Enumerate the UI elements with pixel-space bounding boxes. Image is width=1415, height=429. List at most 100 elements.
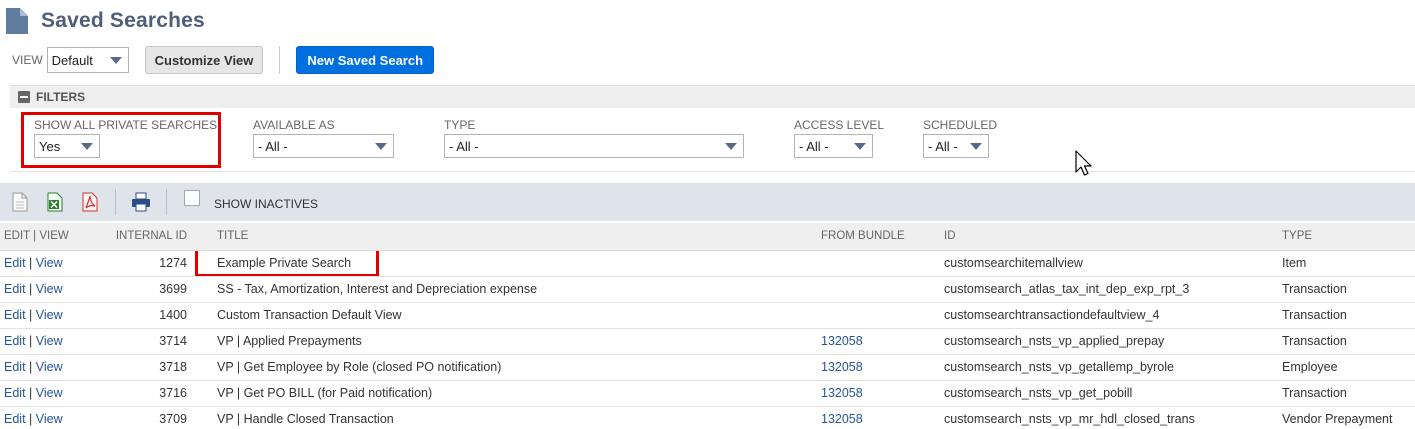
table-row: Edit | View 1274 Example Private Search cus… (0, 250, 1415, 277)
internal-id-cell: 3716 (75, 380, 205, 407)
search-id-cell: customsearch_nsts_vp_mr_hdl_closed_trans (940, 406, 1278, 429)
table-header-row: EDIT | VIEW INTERNAL ID TITLE FROM BUNDL… (0, 223, 1415, 251)
internal-id-cell: 1274 (75, 250, 205, 277)
type-cell: Transaction (1278, 380, 1415, 407)
view-label: VIEW (12, 53, 43, 67)
print-icon[interactable] (131, 191, 151, 213)
internal-id-cell: 1400 (75, 302, 205, 329)
view-select[interactable]: Default (46, 47, 129, 73)
link-separator: | (25, 334, 36, 348)
filter-available-as: AVAILABLE AS - All - (253, 118, 394, 158)
bundle-link[interactable]: 132058 (821, 412, 863, 426)
column-header-internal-id[interactable]: INTERNAL ID (75, 223, 205, 251)
filter-access-level: ACCESS LEVEL - All - (794, 118, 884, 158)
search-id-cell: customsearchtransactiondefaultview_4 (940, 302, 1278, 329)
page-title: Saved Searches (41, 9, 205, 32)
export-csv-icon[interactable] (10, 191, 30, 213)
customize-view-button[interactable]: Customize View (144, 46, 264, 74)
search-id-cell: customsearch_atlas_tax_int_dep_exp_rpt_3 (940, 276, 1278, 303)
from-bundle-cell (817, 302, 940, 329)
access-level-select[interactable]: - All - (794, 134, 873, 158)
column-header-edit-view: EDIT | VIEW (0, 223, 75, 251)
view-link[interactable]: View (36, 386, 63, 400)
chevron-down-icon (109, 56, 122, 64)
from-bundle-cell: 132058 (817, 328, 940, 355)
select-value: - All - (928, 138, 958, 154)
type-cell: Transaction (1278, 328, 1415, 355)
title-cell: SS - Tax, Amortization, Interest and Dep… (205, 276, 817, 303)
edit-link[interactable]: Edit (4, 282, 26, 296)
internal-id-cell: 3718 (75, 354, 205, 381)
select-value: - All - (799, 138, 829, 154)
table-row: Edit | View 3714 VP | Applied Prepayments 1… (0, 328, 1415, 355)
table-row: Edit | View 3718 VP | Get Employee by Role… (0, 354, 1415, 381)
table-row: Edit | View 3709 VP | Handle Closed Transa… (0, 406, 1415, 429)
from-bundle-cell (817, 276, 940, 303)
column-header-id[interactable]: ID (940, 223, 1278, 251)
link-separator: | (25, 412, 36, 426)
column-header-from-bundle[interactable]: FROM BUNDLE (817, 223, 940, 251)
view-link[interactable]: View (36, 334, 63, 348)
edit-link[interactable]: Edit (4, 256, 26, 270)
edit-link[interactable]: Edit (4, 360, 26, 374)
bundle-link[interactable]: 132058 (821, 386, 863, 400)
table-row: Edit | View 3699 SS - Tax, Amortization, I… (0, 276, 1415, 303)
edit-link[interactable]: Edit (4, 412, 26, 426)
column-header-type[interactable]: TYPE (1278, 223, 1415, 251)
filter-label: SCHEDULED (923, 118, 998, 132)
link-separator: | (25, 386, 36, 400)
chevron-down-icon (375, 142, 387, 150)
view-link[interactable]: View (36, 256, 63, 270)
edit-link[interactable]: Edit (4, 386, 26, 400)
list-toolbar: SHOW INACTIVES (0, 183, 1415, 221)
filters-toggle[interactable]: FILTERS (10, 85, 1415, 108)
view-link[interactable]: View (36, 360, 63, 374)
show-inactives-label: SHOW INACTIVES (214, 196, 319, 211)
link-separator: | (25, 360, 36, 374)
type-cell: Vendor Prepayment (1278, 406, 1415, 429)
edit-view-cell: Edit | View (0, 380, 75, 407)
type-cell: Item (1278, 250, 1415, 277)
view-link[interactable]: View (36, 308, 63, 322)
filter-scheduled: SCHEDULED - All - (923, 118, 997, 158)
bundle-link[interactable]: 132058 (821, 360, 863, 374)
column-header-title[interactable]: TITLE (205, 223, 817, 251)
chevron-down-icon (854, 142, 866, 150)
saved-searches-table: EDIT | VIEW INTERNAL ID TITLE FROM BUNDL… (0, 223, 1415, 429)
edit-link[interactable]: Edit (4, 308, 26, 322)
type-cell: Transaction (1278, 276, 1415, 303)
title-cell: VP | Get PO BILL (for Paid notification) (205, 380, 817, 407)
edit-view-cell: Edit | View (0, 276, 75, 303)
edit-view-cell: Edit | View (0, 354, 75, 381)
available-as-select[interactable]: - All - (253, 134, 394, 158)
internal-id-cell: 3709 (75, 406, 205, 429)
mouse-cursor-icon (1075, 150, 1093, 183)
edit-link[interactable]: Edit (4, 334, 26, 348)
title-cell: VP | Applied Prepayments (205, 328, 817, 355)
title-cell: VP | Get Employee by Role (closed PO not… (205, 354, 817, 381)
new-saved-search-button[interactable]: New Saved Search (296, 46, 435, 74)
search-id-cell: customsearchitemallview (940, 250, 1278, 277)
title-cell: Custom Transaction Default View (205, 302, 817, 329)
bundle-link[interactable]: 132058 (821, 334, 863, 348)
title-cell: VP | Handle Closed Transaction (205, 406, 817, 429)
scheduled-select[interactable]: - All - (923, 134, 989, 158)
filter-type: TYPE - All - (444, 118, 744, 158)
toolbar-separator (166, 189, 167, 215)
search-id-cell: customsearch_nsts_vp_getallemp_byrole (940, 354, 1278, 381)
type-select[interactable]: - All - (444, 134, 744, 158)
edit-view-cell: Edit | View (0, 250, 75, 277)
view-link[interactable]: View (36, 282, 63, 296)
view-link[interactable]: View (36, 412, 63, 426)
show-inactives-checkbox[interactable] (184, 190, 200, 206)
export-excel-icon[interactable] (45, 191, 65, 213)
table-row: Edit | View 3716 VP | Get PO BILL (for Pai… (0, 380, 1415, 407)
filter-label: AVAILABLE AS (253, 118, 335, 132)
filters-label: FILTERS (36, 90, 86, 104)
select-value: - All - (258, 138, 288, 154)
export-pdf-icon[interactable] (80, 191, 100, 213)
edit-view-cell: Edit | View (0, 328, 75, 355)
type-cell: Transaction (1278, 302, 1415, 329)
collapse-icon (18, 91, 30, 103)
filter-label: TYPE (444, 118, 476, 132)
